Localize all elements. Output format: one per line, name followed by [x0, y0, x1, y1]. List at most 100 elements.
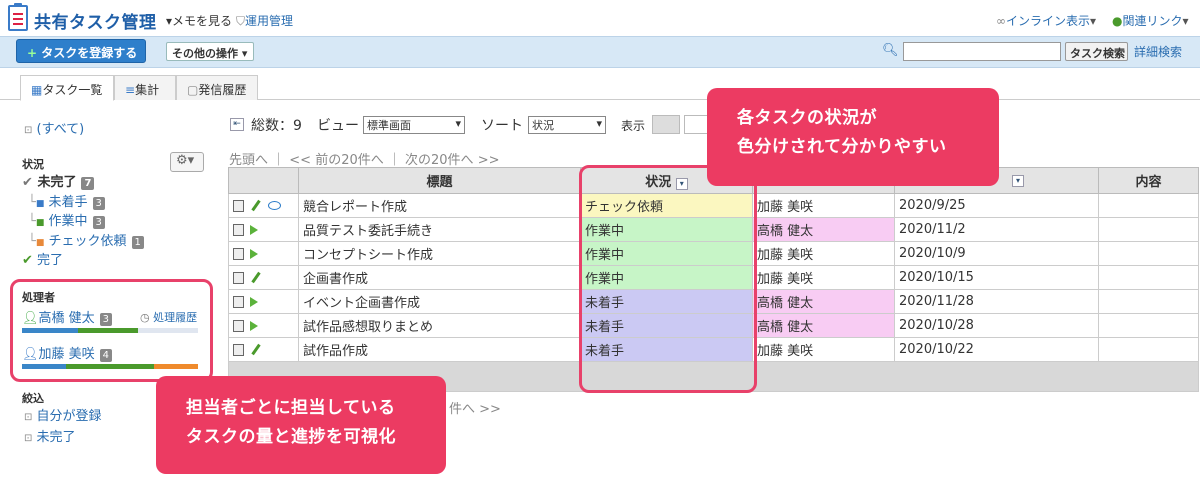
task-date: 2020/10/9	[894, 241, 1099, 266]
status-settings-button[interactable]: ⚙▾	[170, 152, 204, 172]
other-actions-button[interactable]: その他の操作 ▾	[166, 42, 254, 61]
assignee-callout: 担当者ごとに担当している タスクの量と進捗を可視化	[156, 376, 446, 474]
admin-link[interactable]: ⛉運用管理	[236, 12, 293, 29]
row-icons	[228, 337, 299, 362]
tab-summary[interactable]: ≡集計	[114, 75, 176, 100]
row-icons	[228, 217, 299, 242]
link-icon: ∞	[996, 14, 1006, 28]
detail-icon[interactable]	[233, 295, 244, 308]
assignee-highlight-box	[10, 279, 213, 382]
sidebar-item-in-progress[interactable]: └■ 作業中 3	[28, 210, 105, 229]
task-content	[1098, 193, 1199, 218]
status-heading: 状況	[22, 158, 44, 171]
green-square-icon: ■	[35, 218, 45, 228]
row-icons	[228, 289, 299, 314]
col-content[interactable]: 内容	[1098, 167, 1199, 194]
arrow-right-icon[interactable]	[250, 224, 258, 235]
sidebar-item-incomplete[interactable]: ✔ 未完了 7	[22, 171, 95, 190]
task-title[interactable]: 企画書作成	[298, 265, 581, 290]
globe-icon: ●	[1112, 14, 1123, 28]
detail-icon[interactable]	[233, 343, 244, 356]
task-date: 2020/11/28	[894, 289, 1099, 314]
filter-my-registered[interactable]: ⊡ 自分が登録	[24, 405, 102, 424]
row-icons	[228, 313, 299, 338]
arrow-right-icon[interactable]	[250, 320, 258, 331]
arrow-right-icon[interactable]	[250, 296, 258, 307]
edit-icon[interactable]	[251, 271, 261, 284]
sort-select[interactable]: 状況 ▾	[528, 116, 606, 134]
task-assignee: 高橋 健太	[752, 289, 895, 314]
detail-icon[interactable]	[233, 319, 244, 332]
chart-icon: ≡	[125, 83, 136, 97]
search-icon: 🔍︎	[882, 43, 899, 58]
advanced-search-link[interactable]: 詳細検索	[1134, 43, 1182, 60]
task-date: 2020/10/22	[894, 337, 1099, 362]
history-icon: ▢	[187, 83, 199, 97]
row-icons	[228, 241, 299, 266]
pager-next[interactable]: 次の20件へ >>	[405, 153, 499, 168]
check-icon: ✔	[22, 175, 33, 190]
task-title[interactable]: 試作品作成	[298, 337, 581, 362]
pager-bottom-next[interactable]: 件へ >>	[449, 398, 501, 417]
task-content	[1098, 289, 1199, 314]
detail-icon[interactable]	[233, 223, 244, 236]
task-assignee: 加藤 美咲	[752, 193, 895, 218]
blue-square-icon: ■	[35, 199, 45, 209]
status-callout: 各タスクの状況が 色分けされて分かりやすい	[707, 88, 999, 186]
task-title[interactable]: 品質テスト委託手続き	[298, 217, 581, 242]
display-label: 表示	[621, 119, 646, 133]
detail-icon[interactable]	[233, 199, 244, 212]
view-select[interactable]: 標準画面 ▾	[363, 116, 465, 134]
edit-icon[interactable]	[251, 199, 261, 212]
sort-label: ソート	[481, 118, 523, 134]
related-links[interactable]: ●関連リンク▾	[1112, 12, 1189, 29]
orange-square-icon: ■	[35, 238, 45, 248]
total-count: 総数：9	[251, 118, 302, 134]
edit-icon[interactable]	[251, 343, 261, 356]
sidebar-item-not-started[interactable]: └■ 未着手 3	[28, 191, 105, 210]
task-content	[1098, 241, 1199, 266]
task-date: 2020/9/25	[894, 193, 1099, 218]
detail-icon[interactable]	[233, 271, 244, 284]
task-date: 2020/11/2	[894, 217, 1099, 242]
tab-task-list[interactable]: ▦タスク一覧	[20, 75, 114, 101]
task-title[interactable]: コンセプトシート作成	[298, 241, 581, 266]
filter-heading: 絞込	[22, 392, 44, 405]
shield-icon: ⛉	[236, 14, 246, 28]
task-assignee: 高橋 健太	[752, 313, 895, 338]
task-content	[1098, 217, 1199, 242]
plus-icon: +	[27, 46, 38, 60]
display-mode-button[interactable]	[684, 115, 708, 134]
sidebar-item-check-request[interactable]: └■ チェック依頼 1	[28, 230, 144, 249]
task-title[interactable]: イベント企画書作成	[298, 289, 581, 314]
tab-send-history[interactable]: ▢発信履歴	[176, 75, 258, 100]
task-assignee: 加藤 美咲	[752, 337, 895, 362]
task-date: 2020/10/28	[894, 313, 1099, 338]
detail-icon[interactable]	[233, 247, 244, 260]
display-mode-button[interactable]	[652, 115, 680, 134]
arrow-right-icon[interactable]	[250, 248, 258, 259]
list-icon: ▦	[31, 83, 43, 97]
register-task-button[interactable]: + タスクを登録する	[16, 39, 146, 63]
task-assignee: 高橋 健太	[752, 217, 895, 242]
pager-first[interactable]: 先頭へ	[229, 153, 268, 168]
inline-view-link[interactable]: ∞インライン表示▾	[996, 12, 1096, 29]
memo-link[interactable]: ▾メモを見る	[166, 12, 232, 29]
task-assignee: 加藤 美咲	[752, 265, 895, 290]
collapse-sidebar-icon[interactable]: ⇤	[230, 118, 244, 131]
col-title[interactable]: 標題	[298, 167, 581, 194]
task-content	[1098, 313, 1199, 338]
filter-incomplete[interactable]: ⊡ 未完了	[24, 426, 76, 445]
col-icons	[228, 167, 299, 194]
task-search-button[interactable]: タスク検索	[1065, 42, 1128, 61]
task-content	[1098, 265, 1199, 290]
sidebar-item-done[interactable]: ✔ 完了	[22, 249, 63, 268]
task-title[interactable]: 競合レポート作成	[298, 193, 581, 218]
task-assignee: 加藤 美咲	[752, 241, 895, 266]
sidebar-all[interactable]: ⊡ (すべて)	[24, 118, 84, 137]
pager-prev[interactable]: << 前の20件へ	[289, 153, 383, 168]
comment-icon[interactable]	[268, 201, 281, 210]
sort-icon[interactable]: ▾	[1012, 174, 1024, 187]
search-input[interactable]	[903, 42, 1061, 61]
task-title[interactable]: 試作品感想取りまとめ	[298, 313, 581, 338]
